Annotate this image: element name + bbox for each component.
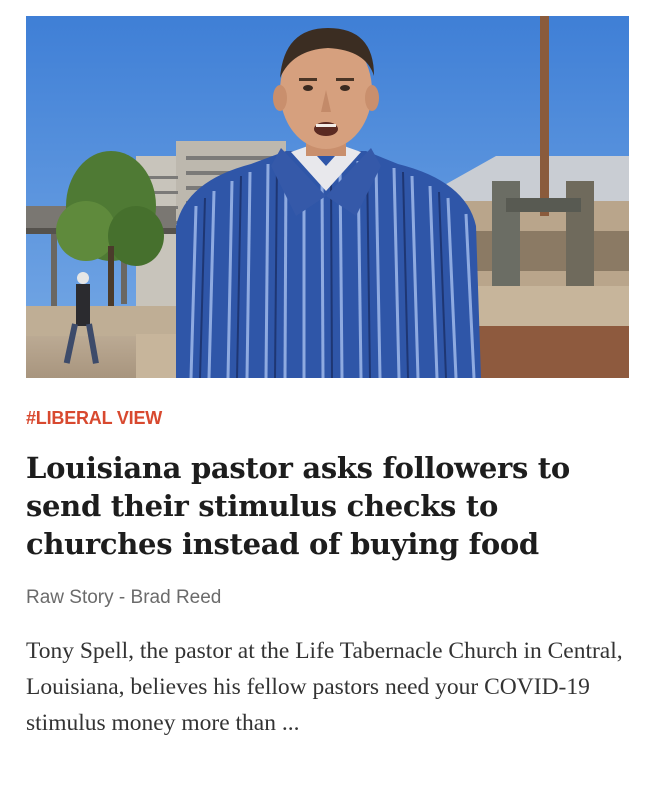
author-name[interactable]: Brad Reed xyxy=(131,587,222,608)
article-summary: Tony Spell, the pastor at the Life Taber… xyxy=(26,638,623,736)
news-article-card[interactable]: #LIBERAL VIEW Louisiana pastor asks foll… xyxy=(0,0,654,800)
byline-separator: - xyxy=(113,587,131,608)
article-hero-image[interactable] xyxy=(26,16,629,378)
category-tag[interactable]: #LIBERAL VIEW xyxy=(26,407,162,429)
article-headline[interactable]: Louisiana pastor asks followers to send … xyxy=(26,449,636,563)
source-name[interactable]: Raw Story xyxy=(26,587,114,608)
article-byline: Raw Story - Brad Reed xyxy=(26,586,221,610)
